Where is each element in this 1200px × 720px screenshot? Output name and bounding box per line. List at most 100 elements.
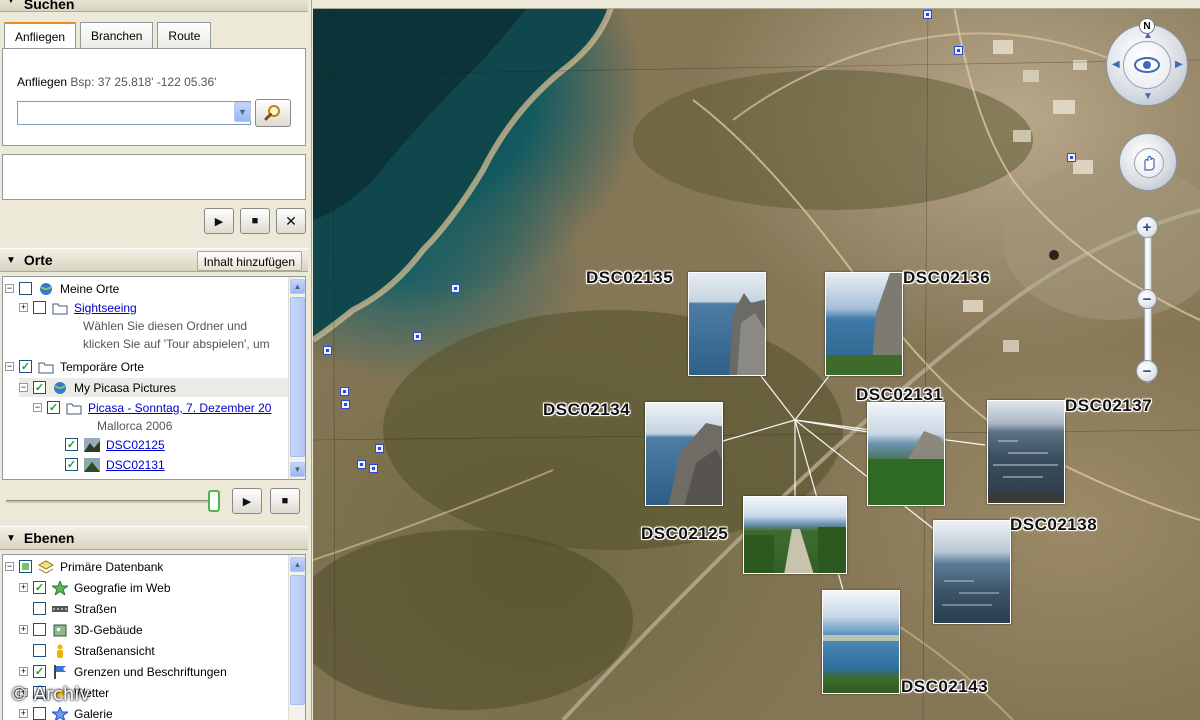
photo-thumbnail-dsc02138[interactable] — [933, 520, 1011, 624]
search-results-list[interactable] — [2, 154, 306, 200]
clear-results-button[interactable]: ✕ — [276, 208, 306, 234]
chevron-left-icon[interactable]: ◀ — [1112, 59, 1120, 70]
play-tour-button[interactable]: ▶ — [204, 208, 234, 234]
zoom-out-button[interactable]: − — [1136, 360, 1158, 382]
look-navigation-ring[interactable]: ▲ ▼ ◀ ▶ — [1106, 24, 1188, 106]
expand-icon[interactable]: + — [19, 709, 28, 718]
photo-thumbnail-dsc02134[interactable] — [645, 402, 723, 506]
scroll-thumb[interactable] — [290, 575, 305, 705]
tree-row[interactable]: Straßenansicht — [33, 641, 155, 660]
expand-icon[interactable]: + — [19, 625, 28, 634]
hand-pan-icon[interactable] — [1134, 148, 1164, 178]
checkbox[interactable] — [33, 707, 46, 720]
search-button[interactable] — [255, 99, 291, 127]
tree-row[interactable]: − ✓ My Picasa Pictures — [19, 378, 289, 397]
zoom-in-button[interactable]: + — [1136, 216, 1158, 238]
photo-thumbnail-dsc02136[interactable] — [825, 272, 903, 376]
chevron-down-icon[interactable]: ▼ — [1143, 91, 1153, 102]
checkbox-checked[interactable]: ✓ — [65, 458, 78, 471]
collapse-icon[interactable]: − — [5, 362, 14, 371]
checkbox-checked[interactable]: ✓ — [47, 401, 60, 414]
tree-row[interactable]: Straßen — [33, 599, 117, 618]
expand-icon[interactable]: + — [19, 667, 28, 676]
photo-thumbnail-dsc02143[interactable] — [822, 590, 900, 694]
move-navigation-ring[interactable] — [1119, 133, 1177, 191]
tour-slider-track[interactable] — [6, 500, 216, 503]
map-view[interactable]: DSC02135 DSC02136 DSC02134 DSC02131 DSC0… — [313, 0, 1200, 720]
tree-row[interactable]: ✓ DSC02131 — [65, 455, 165, 474]
checkbox[interactable] — [33, 623, 46, 636]
places-scrollbar[interactable]: ▲ ▼ — [288, 277, 305, 479]
checkbox-checked[interactable]: ✓ — [33, 581, 46, 594]
collapse-icon[interactable]: − — [5, 562, 14, 571]
zoom-slider-thumb[interactable]: − — [1137, 289, 1157, 309]
tab-fly-to[interactable]: Anfliegen — [4, 22, 77, 50]
tree-row[interactable]: + ✓ Grenzen und Beschriftungen — [19, 662, 227, 681]
tree-row[interactable]: − Primäre Datenbank — [5, 557, 163, 576]
photo-thumbnail-dsc02125[interactable] — [743, 496, 847, 574]
photo-thumbnail-dsc02137[interactable] — [987, 400, 1065, 504]
tree-row[interactable]: ✓ DSC02125 — [65, 435, 165, 454]
tree-row[interactable]: − Meine Orte — [5, 279, 119, 298]
places-panel-header[interactable]: ▼ Orte Inhalt hinzufügen — [0, 248, 308, 272]
tree-row[interactable]: + Galerie — [19, 704, 113, 720]
placemark-icon[interactable] — [954, 46, 963, 55]
placemark-icon[interactable] — [369, 464, 378, 473]
checkbox[interactable] — [19, 282, 32, 295]
play-tour-button[interactable]: ▶ — [232, 488, 262, 514]
collapse-icon[interactable]: − — [19, 383, 28, 392]
photo-thumbnail-dsc02135[interactable] — [688, 272, 766, 376]
checkbox-checked[interactable]: ✓ — [33, 381, 46, 394]
tree-row[interactable]: + ✓ Geografie im Web — [19, 578, 171, 597]
search-dropdown-button[interactable]: ▼ — [234, 102, 251, 122]
photo-label-dsc02134[interactable]: DSC02134 — [543, 400, 630, 420]
photo-label-dsc02137[interactable]: DSC02137 — [1065, 396, 1152, 416]
collapse-icon[interactable]: − — [5, 284, 14, 293]
layers-scrollbar[interactable]: ▲ — [288, 555, 305, 720]
checkbox[interactable] — [33, 602, 46, 615]
tree-label[interactable]: Picasa - Sonntag, 7. Dezember 20 — [88, 401, 271, 415]
placemark-icon[interactable] — [357, 460, 366, 469]
tree-row[interactable]: + 3D-Gebäude — [19, 620, 143, 639]
layers-panel-header[interactable]: ▼ Ebenen — [0, 526, 308, 550]
search-input[interactable] — [17, 101, 251, 125]
checkbox[interactable] — [33, 644, 46, 657]
checkbox-partial[interactable] — [19, 560, 32, 573]
scroll-up-icon[interactable]: ▲ — [290, 279, 305, 294]
placemark-icon[interactable] — [340, 387, 349, 396]
scroll-thumb[interactable] — [290, 297, 305, 457]
stop-button[interactable]: ■ — [240, 208, 270, 234]
tab-route[interactable]: Route — [157, 22, 212, 48]
tree-row[interactable]: − ✓ Temporäre Orte — [5, 357, 144, 376]
tree-row[interactable]: − ✓ Picasa - Sonntag, 7. Dezember 20 — [33, 398, 271, 417]
tour-slider-thumb[interactable] — [208, 490, 220, 512]
placemark-icon[interactable] — [323, 346, 332, 355]
tree-label[interactable]: DSC02131 — [106, 458, 165, 472]
checkbox-checked[interactable]: ✓ — [65, 438, 78, 451]
search-panel-header[interactable]: ▼ Suchen — [0, 0, 308, 12]
scroll-down-icon[interactable]: ▼ — [290, 462, 305, 477]
eye-icon[interactable] — [1123, 41, 1171, 89]
tree-label[interactable]: DSC02125 — [106, 438, 165, 452]
expand-icon[interactable]: + — [19, 303, 28, 312]
placemark-icon[interactable] — [1067, 153, 1076, 162]
placemark-icon[interactable] — [341, 400, 350, 409]
tab-businesses[interactable]: Branchen — [80, 22, 154, 48]
placemark-icon[interactable] — [451, 284, 460, 293]
photo-label-dsc02131[interactable]: DSC02131 — [856, 385, 943, 405]
expand-icon[interactable]: + — [19, 583, 28, 592]
collapse-icon[interactable]: − — [33, 403, 42, 412]
photo-label-dsc02135[interactable]: DSC02135 — [586, 268, 673, 288]
chevron-right-icon[interactable]: ▶ — [1175, 59, 1183, 70]
photo-label-dsc02125[interactable]: DSC02125 — [641, 524, 728, 544]
add-content-button[interactable]: Inhalt hinzufügen — [196, 251, 302, 271]
checkbox-checked[interactable]: ✓ — [33, 665, 46, 678]
stop-button[interactable]: ■ — [270, 488, 300, 514]
compass-north-marker[interactable]: N — [1139, 18, 1155, 34]
checkbox[interactable] — [33, 301, 46, 314]
placemark-icon[interactable] — [375, 444, 384, 453]
tree-label[interactable]: Sightseeing — [74, 301, 137, 315]
photo-label-dsc02143[interactable]: DSC02143 — [901, 677, 988, 697]
photo-thumbnail-dsc02131[interactable] — [867, 402, 945, 506]
placemark-icon[interactable] — [923, 10, 932, 19]
